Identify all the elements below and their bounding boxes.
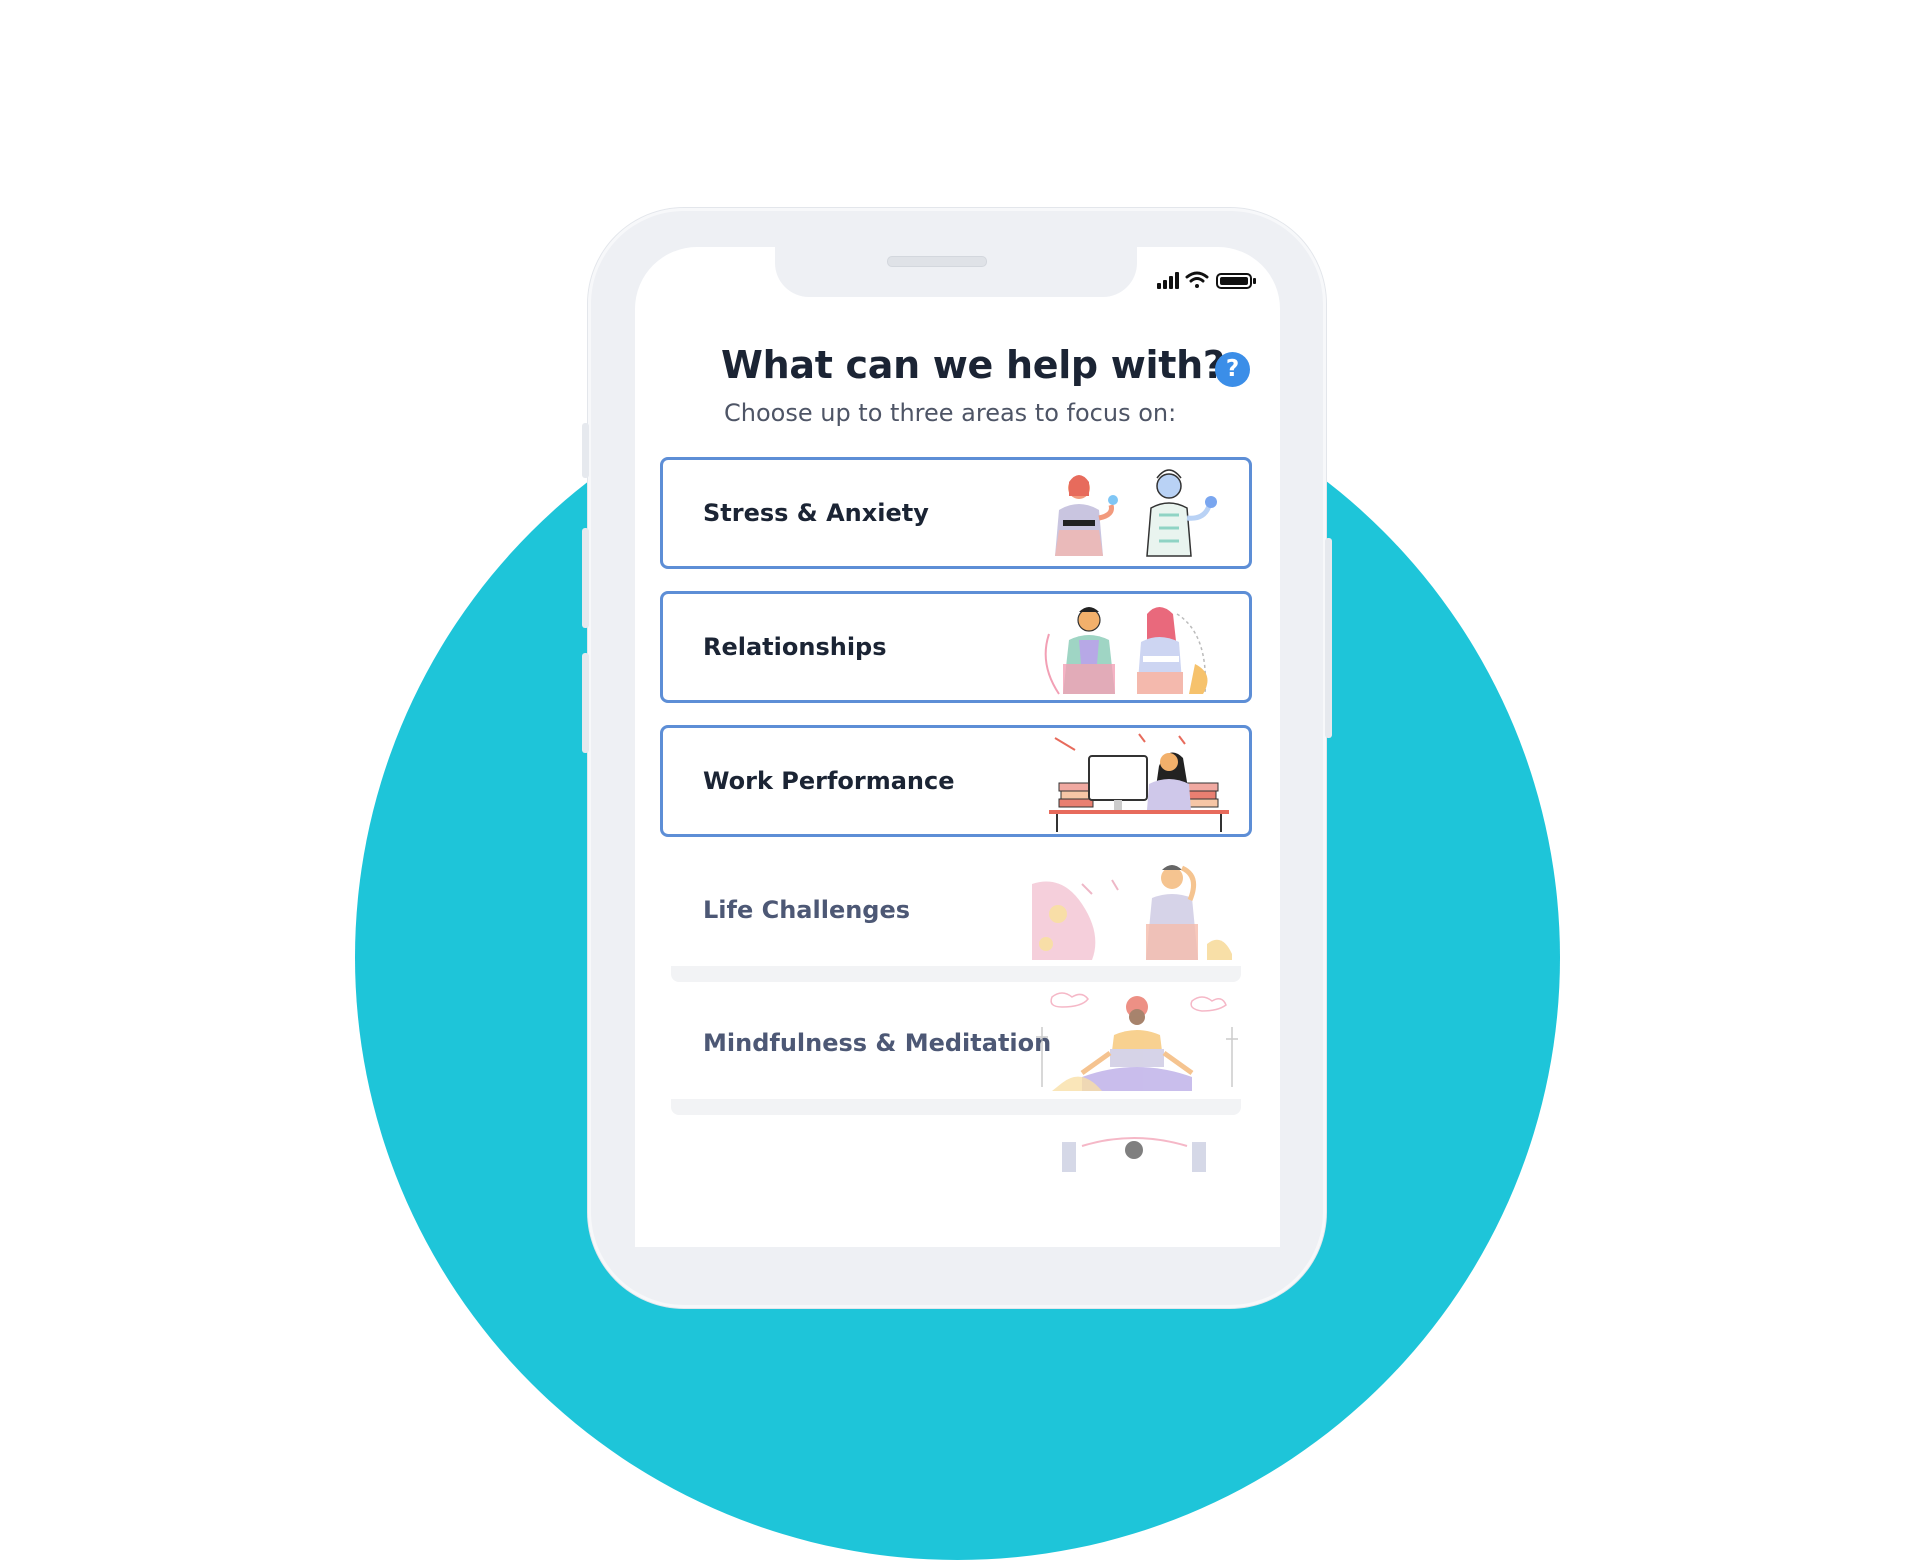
two-people-illustration [1055,469,1217,557]
volume-up-button [582,528,589,628]
mute-switch [582,423,589,478]
desk-work-illustration [1049,733,1229,832]
volume-down-button [582,653,589,753]
thinking-person-illustration [1032,865,1232,960]
topic-card-next[interactable] [660,1120,1252,1247]
next-card-illustration [1062,1137,1206,1172]
app-screen: What can we help with? ? Choose up to th… [635,247,1280,1247]
topic-card-work-performance[interactable]: Work Performance [660,725,1252,837]
couple-illustration [1044,607,1208,695]
wifi-icon [1185,271,1209,288]
topic-label: Work Performance [703,767,955,795]
topic-card-stress-anxiety[interactable]: Stress & Anxiety [660,457,1252,569]
topic-card-life-challenges[interactable]: Life Challenges [660,854,1252,966]
meditation-illustration [1036,992,1238,1091]
topic-label: Life Challenges [703,896,911,924]
topic-card-relationships[interactable]: Relationships [660,591,1252,703]
help-icon[interactable]: ? [1215,352,1250,387]
status-bar [1157,271,1256,289]
power-button [1325,538,1332,738]
signal-icon [1157,272,1179,289]
page-title: What can we help with? [721,343,1225,387]
topic-label: Relationships [703,633,887,661]
topic-label: Mindfulness & Meditation [703,1029,1052,1057]
speaker-grille [887,256,987,267]
phone-notch [775,247,1137,297]
topic-card-mindfulness-meditation[interactable]: Mindfulness & Meditation [660,987,1252,1099]
topic-label: Stress & Anxiety [703,499,929,527]
page-subtitle: Choose up to three areas to focus on: [724,399,1177,427]
battery-icon [1216,273,1256,289]
